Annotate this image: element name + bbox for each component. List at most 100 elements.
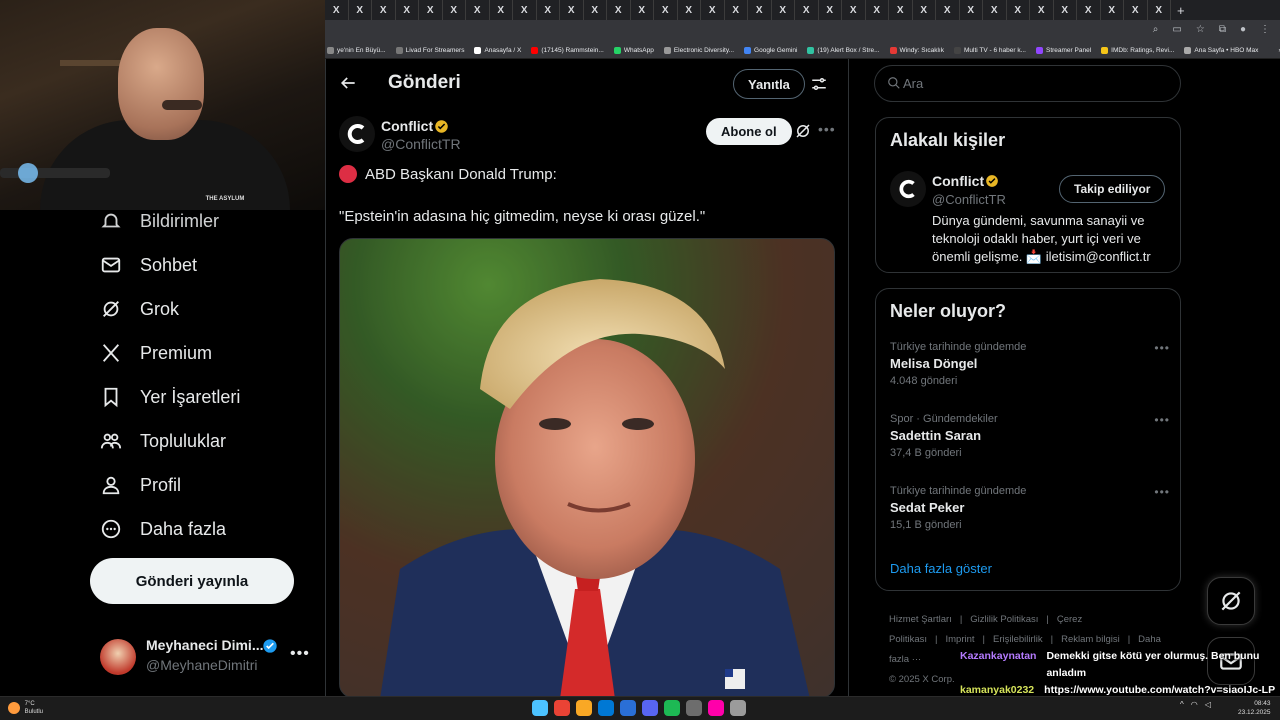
- nav-item-topluluklar[interactable]: Topluluklar: [100, 426, 226, 456]
- trend-item[interactable]: Spor · Gündemdekiler Sadettin Saran 37,4…: [890, 413, 1170, 469]
- trend-more-icon[interactable]: •••: [1154, 341, 1170, 355]
- related-name[interactable]: Conflict: [932, 173, 984, 189]
- browser-tab[interactable]: X: [631, 0, 654, 20]
- taskbar-app-icon[interactable]: [730, 700, 746, 716]
- star-icon[interactable]: ☆: [1196, 24, 1205, 35]
- browser-tab[interactable]: X: [913, 0, 936, 20]
- browser-tab[interactable]: X: [396, 0, 419, 20]
- browser-tab[interactable]: X: [842, 0, 866, 20]
- bookmark-item[interactable]: Multi TV - 6 haber k...: [953, 46, 1026, 54]
- browser-tab[interactable]: X: [795, 0, 819, 20]
- bookmark-item[interactable]: ye'nin En Büyü...: [327, 46, 386, 54]
- bookmark-item[interactable]: (19) Alert Box / Stre...: [807, 46, 880, 54]
- trend-more-icon[interactable]: •••: [1154, 413, 1170, 427]
- trend-more-icon[interactable]: •••: [1154, 485, 1170, 499]
- bookmark-item[interactable]: Anasayfa / X: [474, 46, 521, 54]
- tray-wifi-icon[interactable]: ◠: [1191, 700, 1198, 709]
- clock[interactable]: 08:43 23.12.2025: [1238, 699, 1271, 717]
- bookmark-item[interactable]: Ana Sayfa • HBO Max: [1184, 46, 1258, 54]
- bookmark-item[interactable]: Windy: Sıcaklık: [889, 46, 944, 54]
- browser-tab[interactable]: X: [1101, 0, 1124, 20]
- browser-tab[interactable]: X: [654, 0, 678, 20]
- back-arrow-icon[interactable]: [338, 73, 358, 93]
- taskbar-app-icon[interactable]: [554, 700, 570, 716]
- browser-tab[interactable]: X: [1148, 0, 1171, 20]
- browser-tab[interactable]: X: [443, 0, 466, 20]
- browser-tab[interactable]: X: [607, 0, 631, 20]
- nav-item-premium[interactable]: Premium: [100, 338, 212, 368]
- browser-tab[interactable]: X: [537, 0, 560, 20]
- bookmark-item[interactable]: IMDb: Ratings, Revi...: [1101, 46, 1174, 54]
- search-bar[interactable]: [874, 65, 1181, 102]
- footer-link[interactable]: Erişilebilirlik: [993, 634, 1043, 645]
- profile-icon-browser[interactable]: ●: [1240, 24, 1246, 35]
- tray-chevron-icon[interactable]: ^: [1180, 700, 1184, 709]
- show-more-link[interactable]: Daha fazla göster: [890, 561, 992, 576]
- taskbar-app-icon[interactable]: [686, 700, 702, 716]
- footer-link[interactable]: Imprint: [945, 634, 974, 645]
- following-button[interactable]: Takip ediliyor: [1059, 175, 1166, 203]
- browser-tab[interactable]: X: [819, 0, 842, 20]
- related-handle[interactable]: @ConflictTR: [932, 192, 1006, 207]
- post-photo[interactable]: [339, 238, 835, 696]
- browser-tab[interactable]: X: [1077, 0, 1101, 20]
- bookmark-item[interactable]: »: [1268, 46, 1280, 54]
- search-input[interactable]: [903, 66, 1163, 101]
- browser-tab[interactable]: X: [372, 0, 396, 20]
- zoom-icon[interactable]: ⌕: [1153, 24, 1159, 35]
- grok-icon[interactable]: [794, 122, 812, 140]
- nav-item-daha-fazla[interactable]: Daha fazla: [100, 514, 226, 544]
- nav-item-sohbet[interactable]: Sohbet: [100, 250, 197, 280]
- related-avatar[interactable]: [890, 171, 926, 207]
- browser-tab[interactable]: X: [889, 0, 913, 20]
- browser-tab[interactable]: X: [983, 0, 1007, 20]
- browser-tab[interactable]: X: [1054, 0, 1077, 20]
- footer-link[interactable]: Hizmet Şartları: [889, 614, 952, 625]
- browser-tab[interactable]: X: [960, 0, 983, 20]
- browser-tab[interactable]: X: [584, 0, 607, 20]
- subscribe-button[interactable]: Abone ol: [706, 118, 792, 145]
- tray-volume-icon[interactable]: ◁: [1205, 700, 1211, 709]
- browser-tab[interactable]: X: [1007, 0, 1030, 20]
- taskbar-app-icon[interactable]: [620, 700, 636, 716]
- browser-tab[interactable]: X: [325, 0, 349, 20]
- footer-link[interactable]: Gizlilik Politikası: [970, 614, 1038, 625]
- trend-item[interactable]: Türkiye tarihinde gündemde Melisa Döngel…: [890, 341, 1170, 397]
- bookmark-item[interactable]: Google Gemini: [744, 46, 797, 54]
- post-more-icon[interactable]: •••: [818, 121, 836, 137]
- browser-tab[interactable]: X: [349, 0, 372, 20]
- taskbar-app-icon[interactable]: [642, 700, 658, 716]
- browser-tab[interactable]: X: [1124, 0, 1148, 20]
- taskbar-app-icon[interactable]: [532, 700, 548, 716]
- browser-tab[interactable]: X: [701, 0, 725, 20]
- new-tab-button[interactable]: +: [1177, 3, 1185, 18]
- bookmark-item[interactable]: Streamer Panel: [1035, 46, 1091, 54]
- sliders-icon[interactable]: [810, 75, 828, 93]
- browser-tab[interactable]: X: [466, 0, 490, 20]
- author-handle[interactable]: @ConflictTR: [381, 136, 461, 152]
- taskbar-app-icon[interactable]: [664, 700, 680, 716]
- browser-tab[interactable]: X: [725, 0, 748, 20]
- bookmark-item[interactable]: WhatsApp: [613, 46, 654, 54]
- bookmark-item[interactable]: (17145) Rammstein...: [531, 46, 604, 54]
- account-switcher[interactable]: Meyhaneci Dimi... @MeyhaneDimitri •••: [100, 635, 310, 679]
- browser-tab[interactable]: X: [560, 0, 584, 20]
- nav-item-profil[interactable]: Profil: [100, 470, 181, 500]
- nav-item-grok[interactable]: Grok: [100, 294, 179, 324]
- nav-item-yer-i̇şaretleri[interactable]: Yer İşaretleri: [100, 382, 240, 412]
- trend-item[interactable]: Türkiye tarihinde gündemde Sedat Peker 1…: [890, 485, 1170, 541]
- nav-item-notifications[interactable]: Bildirimler: [100, 206, 219, 236]
- extensions-icon[interactable]: ⧉: [1219, 24, 1226, 35]
- browser-tab[interactable]: X: [490, 0, 513, 20]
- weather-widget[interactable]: 7°C Bulutlu: [8, 700, 43, 716]
- post-button[interactable]: Gönderi yayınla: [90, 558, 294, 604]
- taskbar-app-icon[interactable]: [598, 700, 614, 716]
- taskbar-app-icon[interactable]: [576, 700, 592, 716]
- footer-link[interactable]: Reklam bilgisi: [1061, 634, 1120, 645]
- browser-tab[interactable]: X: [866, 0, 889, 20]
- browser-tab[interactable]: X: [678, 0, 701, 20]
- menu-dots-icon[interactable]: ⋮: [1260, 24, 1270, 35]
- account-more-icon[interactable]: •••: [290, 645, 310, 663]
- browser-tab[interactable]: X: [936, 0, 960, 20]
- browser-tab[interactable]: X: [419, 0, 443, 20]
